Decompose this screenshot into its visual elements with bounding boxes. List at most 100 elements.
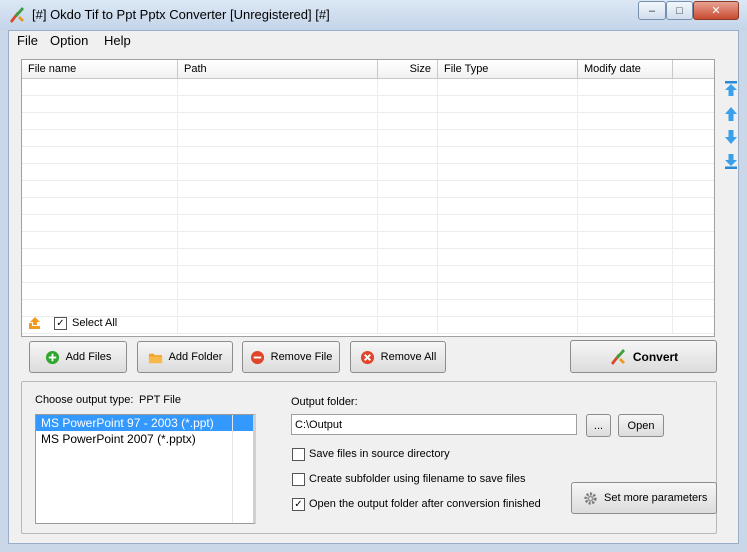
file-list-header: File name Path Size File Type Modify dat… bbox=[22, 60, 714, 79]
table-cell bbox=[438, 96, 578, 112]
column-file-name[interactable]: File name bbox=[22, 60, 178, 79]
move-top-icon[interactable] bbox=[722, 80, 740, 98]
remove-all-button[interactable]: Remove All bbox=[350, 341, 446, 373]
output-type-ppt[interactable]: MS PowerPoint 97 - 2003 (*.ppt) bbox=[36, 415, 253, 431]
add-folder-label: Add Folder bbox=[168, 351, 223, 363]
output-folder-input[interactable] bbox=[291, 414, 577, 435]
file-list[interactable]: File name Path Size File Type Modify dat… bbox=[21, 59, 715, 337]
add-folder-button[interactable]: Add Folder bbox=[137, 341, 233, 373]
set-more-parameters-button[interactable]: Set more parameters bbox=[571, 482, 717, 514]
menu-bar: File Option Help bbox=[9, 31, 738, 51]
convert-icon bbox=[610, 348, 625, 365]
menu-file[interactable]: File bbox=[17, 33, 38, 48]
delete-icon bbox=[360, 350, 374, 364]
table-cell bbox=[378, 232, 438, 248]
create-subfolder-checkbox[interactable] bbox=[292, 473, 305, 486]
open-button[interactable]: Open bbox=[618, 414, 664, 437]
table-cell bbox=[378, 198, 438, 214]
open-output-folder-checkbox[interactable]: ✓ bbox=[292, 498, 305, 511]
table-cell bbox=[178, 164, 378, 180]
open-output-folder-label: Open the output folder after conversion … bbox=[309, 498, 541, 510]
table-cell bbox=[378, 283, 438, 299]
table-cell bbox=[178, 266, 378, 282]
table-row bbox=[22, 147, 714, 164]
table-cell bbox=[578, 181, 673, 197]
column-modify-date[interactable]: Modify date bbox=[578, 60, 673, 79]
table-cell bbox=[378, 147, 438, 163]
add-files-button[interactable]: Add Files bbox=[29, 341, 127, 373]
column-size[interactable]: Size bbox=[378, 60, 438, 79]
table-row bbox=[22, 198, 714, 215]
output-type-label: Choose output type: bbox=[35, 394, 134, 406]
file-list-rows bbox=[22, 79, 714, 334]
column-file-type[interactable]: File Type bbox=[438, 60, 578, 79]
table-cell bbox=[438, 198, 578, 214]
table-cell bbox=[22, 215, 178, 231]
app-icon bbox=[10, 7, 24, 23]
table-cell bbox=[22, 249, 178, 265]
table-cell bbox=[178, 317, 378, 333]
table-cell bbox=[22, 300, 178, 316]
output-type-value: PPT File bbox=[139, 394, 181, 406]
convert-button[interactable]: Convert bbox=[570, 340, 717, 373]
table-row bbox=[22, 266, 714, 283]
table-cell bbox=[178, 232, 378, 248]
table-cell bbox=[578, 232, 673, 248]
select-all-checkbox[interactable]: ✓ bbox=[54, 317, 67, 330]
maximize-button[interactable]: □ bbox=[666, 1, 693, 20]
main-window: File Option Help File name Path Size Fil… bbox=[8, 30, 739, 544]
table-cell bbox=[22, 79, 178, 95]
table-cell bbox=[438, 113, 578, 129]
table-cell bbox=[22, 198, 178, 214]
menu-help[interactable]: Help bbox=[104, 33, 131, 48]
table-cell bbox=[178, 130, 378, 146]
convert-label: Convert bbox=[632, 349, 679, 364]
table-cell bbox=[378, 249, 438, 265]
move-bottom-icon[interactable] bbox=[722, 152, 740, 170]
remove-file-button[interactable]: Remove File bbox=[242, 341, 340, 373]
close-icon: ✕ bbox=[711, 5, 721, 17]
table-row bbox=[22, 300, 714, 317]
window-title: [#] Okdo Tif to Ppt Pptx Converter [Unre… bbox=[32, 7, 330, 22]
move-up-icon[interactable] bbox=[722, 105, 740, 123]
column-path[interactable]: Path bbox=[178, 60, 378, 79]
table-cell bbox=[438, 283, 578, 299]
save-in-source-checkbox[interactable] bbox=[292, 448, 305, 461]
table-cell bbox=[438, 130, 578, 146]
output-type-list[interactable]: MS PowerPoint 97 - 2003 (*.ppt) MS Power… bbox=[35, 414, 256, 524]
table-cell bbox=[22, 232, 178, 248]
table-cell bbox=[378, 300, 438, 316]
table-row bbox=[22, 164, 714, 181]
table-cell bbox=[378, 181, 438, 197]
up-folder-icon[interactable] bbox=[27, 315, 45, 331]
table-cell bbox=[578, 147, 673, 163]
browse-button[interactable]: ... bbox=[586, 414, 611, 437]
maximize-icon: □ bbox=[676, 4, 683, 17]
table-row bbox=[22, 249, 714, 266]
table-cell bbox=[378, 113, 438, 129]
menu-option[interactable]: Option bbox=[50, 33, 88, 48]
save-in-source-label: Save files in source directory bbox=[309, 448, 450, 460]
table-row bbox=[22, 215, 714, 232]
check-icon: ✓ bbox=[294, 499, 303, 510]
table-cell bbox=[22, 130, 178, 146]
table-cell bbox=[378, 164, 438, 180]
table-cell bbox=[22, 266, 178, 282]
table-cell bbox=[22, 147, 178, 163]
table-cell bbox=[438, 164, 578, 180]
table-cell bbox=[578, 164, 673, 180]
output-type-pptx[interactable]: MS PowerPoint 2007 (*.pptx) bbox=[36, 431, 253, 447]
table-cell bbox=[578, 130, 673, 146]
minimize-button[interactable]: – bbox=[638, 1, 666, 20]
close-button[interactable]: ✕ bbox=[693, 1, 739, 20]
table-cell bbox=[178, 79, 378, 95]
table-cell bbox=[178, 283, 378, 299]
move-down-icon[interactable] bbox=[722, 128, 740, 146]
remove-icon bbox=[250, 350, 264, 364]
table-cell bbox=[578, 317, 673, 333]
table-cell bbox=[438, 317, 578, 333]
table-cell bbox=[578, 79, 673, 95]
table-cell bbox=[438, 147, 578, 163]
set-more-parameters-label: Set more parameters bbox=[604, 492, 708, 504]
add-files-label: Add Files bbox=[65, 351, 112, 363]
